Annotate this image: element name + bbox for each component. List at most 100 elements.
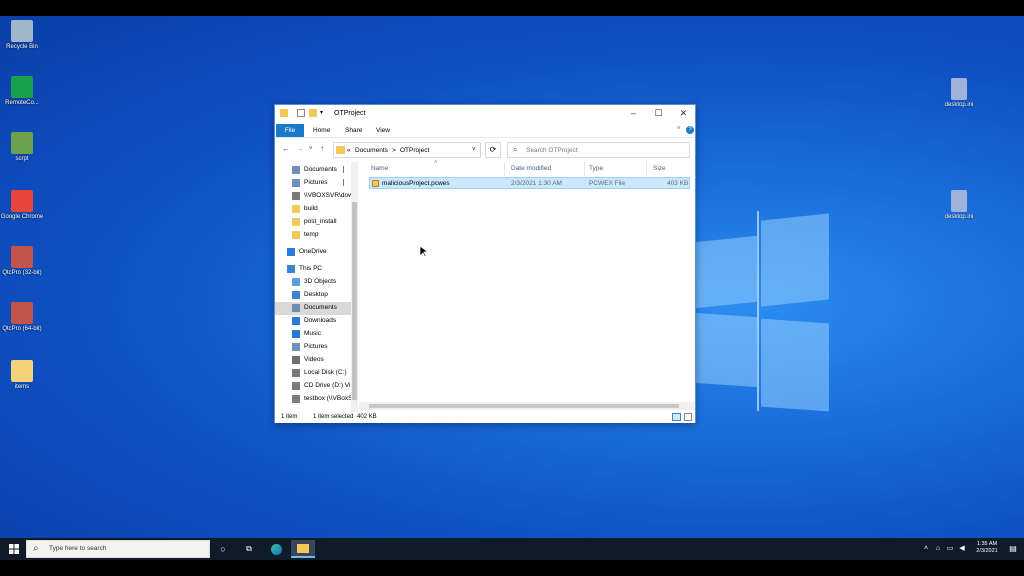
tab-home[interactable]: Home (307, 124, 336, 137)
horizontal-scrollbar[interactable] (359, 402, 695, 410)
file-explorer-window[interactable]: ▾ OTProject – ☐ ✕ File Home Share View ˅… (274, 104, 696, 423)
column-date-modified[interactable]: Date modified (511, 162, 551, 176)
app1-icon (11, 246, 33, 268)
nav-item[interactable]: This PC (275, 263, 353, 276)
selected-count: 1 item selected (313, 414, 354, 420)
close-button[interactable]: ✕ (671, 105, 696, 122)
tab-view[interactable]: View (370, 124, 396, 137)
nav-item[interactable]: Music (275, 328, 353, 341)
desktop-icon-recycle-bin[interactable]: Recycle Bin (0, 20, 44, 51)
minimize-button[interactable]: – (621, 105, 646, 122)
breadcrumb-otproject[interactable]: OTProject (400, 147, 429, 154)
column-type[interactable]: Type (589, 162, 603, 176)
address-dropdown-icon[interactable]: ˅ (472, 147, 476, 153)
nav-item[interactable]: temp (275, 229, 353, 242)
up-arrow-icon[interactable]: ↑ (320, 144, 324, 153)
forward-arrow-icon[interactable]: → (296, 144, 304, 153)
nav-item[interactable]: Pictures (275, 177, 353, 190)
file-list[interactable]: ˄ Name Date modified Type Size malicious… (359, 160, 695, 412)
speaker-tray-icon[interactable]: ◀ (953, 540, 971, 558)
desktop-icon-chrome[interactable]: Google Chrome (0, 190, 44, 221)
nav-item-label: Documents (304, 304, 337, 311)
taskbar-search[interactable]: ⌕ Type here to search (26, 540, 210, 558)
expand-ribbon-icon[interactable]: ˅ (677, 126, 681, 132)
nav-item[interactable]: Pictures (275, 341, 353, 354)
start-windows-icon[interactable] (5, 540, 23, 558)
nav-item[interactable]: build (275, 203, 353, 216)
desktop-icon-label: scrpt (15, 156, 29, 162)
desktop-icon-desktop-ini-1[interactable]: desktop.ini (937, 78, 981, 109)
nav-item-icon (292, 179, 300, 187)
customize-qat-icon[interactable]: ▾ (320, 109, 328, 117)
nav-item[interactable]: Desktop (275, 289, 353, 302)
address-bar[interactable]: « Documents > OTProject ˅ (333, 142, 481, 158)
desktop-icon-script[interactable]: scrpt (0, 132, 44, 163)
horizontal-scrollbar-thumb[interactable] (369, 404, 679, 408)
nav-item-label: 3D Objects (304, 278, 337, 285)
refresh-button[interactable]: ⟳ (485, 142, 501, 158)
desktop-icon-label: Recycle Bin (6, 44, 38, 50)
nav-item-icon (292, 317, 300, 325)
sort-arrow-icon: ˄ (434, 160, 438, 166)
file-explorer-taskbar-icon[interactable] (291, 540, 315, 558)
desktop-icon-items[interactable]: items (0, 360, 44, 391)
back-arrow-icon[interactable]: ← (282, 144, 290, 153)
nav-item[interactable]: Documents (275, 302, 353, 315)
edge-icon[interactable] (267, 540, 285, 558)
nav-item[interactable]: Videos (275, 354, 353, 367)
nav-item-label: post_install (304, 218, 337, 225)
new-folder-icon[interactable] (309, 109, 317, 117)
search-icon: ⌕ (33, 543, 39, 554)
breadcrumb-separator: > (392, 147, 396, 154)
title-bar[interactable]: ▾ OTProject – ☐ ✕ (275, 105, 695, 122)
nav-item-icon (287, 248, 295, 256)
details-view-icon[interactable] (672, 413, 681, 421)
folder-icon (336, 146, 345, 154)
navigation-pane[interactable]: Documents Pictures \\VBOXSVR\dow build post_… (275, 162, 359, 412)
maximize-button[interactable]: ☐ (646, 105, 671, 122)
recent-dropdown-icon[interactable]: ˅ (309, 146, 313, 152)
column-size[interactable]: Size (653, 162, 666, 176)
nav-item[interactable]: 3D Objects (275, 276, 353, 289)
cortana-icon[interactable]: ○ (214, 540, 232, 558)
file-size: 403 KB (667, 180, 689, 187)
desktop-icon-label: QtcPro (32-bit) (2, 270, 42, 276)
breadcrumb-documents[interactable]: Documents (355, 147, 388, 154)
clock[interactable]: 1:35 AM 2/3/2021 (973, 541, 1001, 555)
file-row[interactable]: maliciousProject.pcwes 2/3/2021 1:30 AM … (369, 177, 690, 189)
tab-share[interactable]: Share (339, 124, 368, 137)
nav-item[interactable]: OneDrive (275, 246, 353, 259)
desktop-icon-label: Google Chrome (0, 214, 44, 220)
nav-item-label: testbox (\\VBoxS (304, 395, 353, 402)
nav-item[interactable]: testbox (\\VBoxS (275, 393, 353, 406)
help-icon[interactable]: ? (686, 126, 694, 134)
chrome-icon (11, 190, 33, 212)
nav-scrollbar[interactable] (351, 162, 358, 412)
desktop-icon-app2[interactable]: QtcPro (64-bit) (0, 302, 44, 333)
nav-item-icon (292, 330, 300, 338)
tab-file[interactable]: File (276, 124, 304, 137)
desktop-icon-desktop-ini-2[interactable]: desktop.ini (937, 190, 981, 221)
nav-item-icon (292, 291, 300, 299)
taskbar: ⌕ Type here to search ○ ⧉ ˄ ⌂ ▭ ◀ 1:35 A… (0, 538, 1024, 560)
desktop-icon-remote[interactable]: RemoteCo... (0, 76, 44, 107)
status-bar: 1 item 1 item selected 402 KB (275, 412, 695, 423)
nav-item[interactable]: Documents (275, 164, 353, 177)
nav-item[interactable]: \\VBOXSVR\dow (275, 190, 353, 203)
search-box[interactable]: ⌕ Search OTProject (507, 142, 690, 158)
large-icons-view-icon[interactable] (684, 413, 692, 421)
notifications-icon[interactable]: ▤ (1004, 540, 1022, 558)
nav-item[interactable]: Downloads (275, 315, 353, 328)
nav-item[interactable]: CD Drive (D:) Vir (275, 380, 353, 393)
nav-item-icon (292, 395, 300, 403)
breadcrumb-overflow[interactable]: « (347, 147, 351, 154)
file-date: 2/3/2021 1:30 AM (511, 180, 562, 187)
nav-item[interactable]: Local Disk (C:) (275, 367, 353, 380)
desktop-icon-app1[interactable]: QtcPro (32-bit) (0, 246, 44, 277)
task-view-icon[interactable]: ⧉ (240, 540, 258, 558)
nav-item[interactable]: post_install (275, 216, 353, 229)
nav-scrollbar-thumb[interactable] (352, 202, 357, 400)
properties-icon[interactable] (297, 109, 305, 117)
app2-icon (11, 302, 33, 324)
column-name[interactable]: Name (371, 162, 388, 176)
